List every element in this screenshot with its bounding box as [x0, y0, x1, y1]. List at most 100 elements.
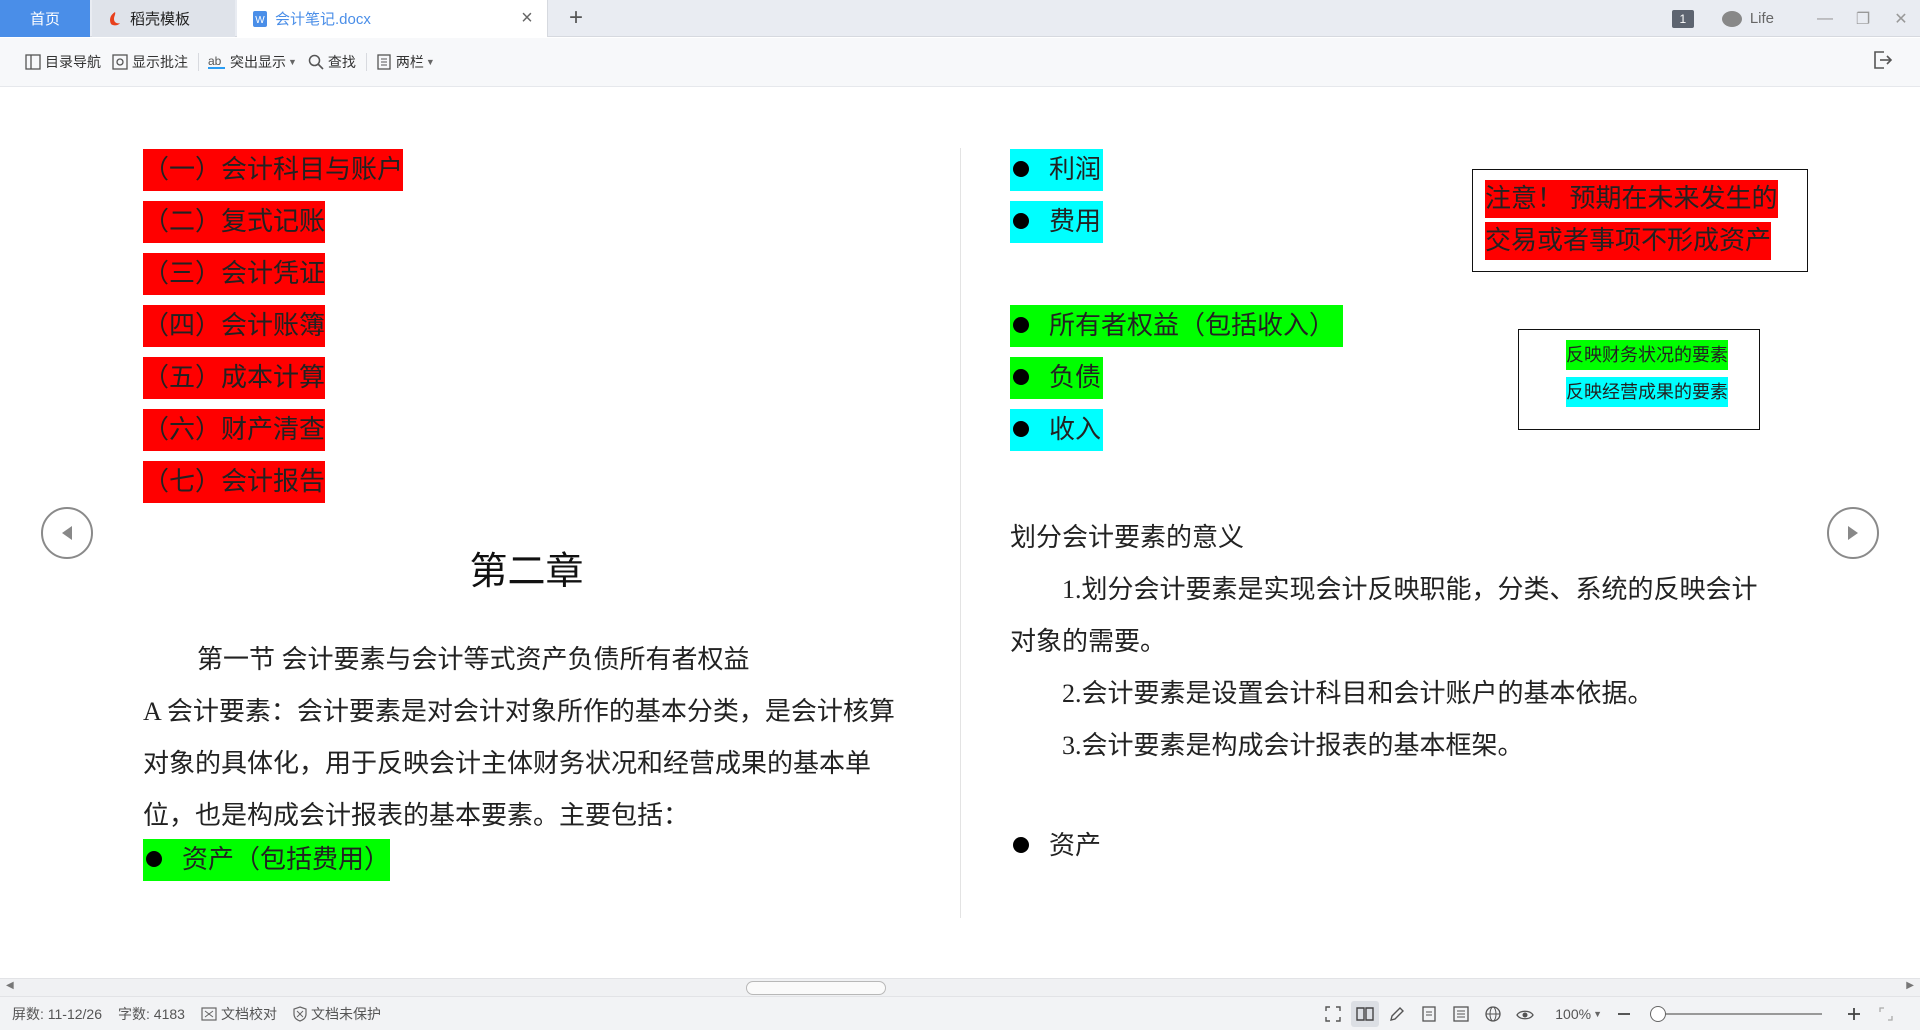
fullscreen-icon[interactable]	[1319, 1001, 1347, 1027]
proofread-button[interactable]: 文档校对	[201, 1004, 277, 1024]
eye-protection-icon[interactable]	[1511, 1001, 1539, 1027]
status-bar: 屏数: 11-12/26 字数: 4183 文档校对 文档未保护 100% ▼	[0, 996, 1920, 1030]
columns-label: 两栏	[395, 54, 424, 70]
red-list-item: （五）成本计算	[143, 357, 326, 399]
highlight-icon: ab	[208, 54, 225, 69]
bullet-expense: 费用	[1010, 201, 1104, 243]
next-page-button[interactable]	[1827, 507, 1879, 559]
bullet-label: 资产	[1049, 831, 1102, 860]
proofread-label: 文档校对	[220, 1005, 277, 1022]
chevron-down-icon: ▼	[425, 57, 435, 67]
document-view: （一）会计科目与账户 （二）复式记账 （三）会计凭证 （四）会计账簿 （五）成本…	[0, 88, 1920, 978]
comment-icon	[112, 54, 128, 70]
tab-template-label: 稻壳模板	[130, 11, 191, 28]
close-tab-icon[interactable]: ×	[517, 8, 537, 29]
horizontal-scrollbar[interactable]: ◀ ▶	[0, 978, 1920, 996]
bullet-dot	[1013, 161, 1029, 178]
zoom-out-icon[interactable]	[1610, 1001, 1638, 1027]
avatar	[1721, 10, 1742, 27]
bullet-profit: 利润	[1010, 149, 1104, 191]
bullet-label: 资产（包括费用）	[182, 845, 391, 874]
proofread-icon	[201, 1006, 217, 1021]
reading-toolbar: 目录导航 显示批注 ab 突出显示 ▼ 查找 两栏 ▼	[0, 38, 1920, 87]
highlight-label: 突出显示	[230, 54, 286, 70]
meaning-line: 3.会计要素是构成会计报表的基本框架。	[1062, 731, 1524, 760]
legend-operating-results: 反映经营成果的要素	[1566, 377, 1728, 407]
restore-icon[interactable]: ❐	[1844, 9, 1882, 29]
zoom-in-icon[interactable]	[1840, 1001, 1868, 1027]
highlight-dropdown[interactable]: ab 突出显示 ▼	[207, 47, 297, 77]
fit-page-icon[interactable]	[1872, 1001, 1900, 1027]
scroll-right-icon[interactable]: ▶	[1906, 980, 1914, 991]
tab-docer-template[interactable]: 稻壳模板	[92, 0, 235, 37]
shield-icon	[293, 1005, 307, 1022]
meaning-line: 1.划分会计要素是实现会计反映职能，分类、系统的反映会计	[1062, 575, 1758, 604]
red-list-item: （一）会计科目与账户	[143, 149, 404, 191]
bullet-asset: 资产	[1010, 825, 1101, 867]
page-view-icon[interactable]	[1415, 1001, 1443, 1027]
note-line: 交易或者事项不形成资产	[1485, 222, 1772, 260]
red-list-item: （四）会计账簿	[143, 305, 326, 347]
zoom-dropdown[interactable]: 100% ▼	[1555, 1006, 1602, 1022]
bullet-dot	[1013, 317, 1029, 334]
red-list-item: （七）会计报告	[143, 461, 326, 503]
body-line: 位，也是构成会计报表的基本要素。主要包括：	[143, 801, 690, 830]
bullet-dot	[1013, 837, 1029, 854]
toc-navigation-button[interactable]: 目录导航	[24, 47, 101, 77]
web-view-icon[interactable]	[1479, 1001, 1507, 1027]
tab-home-label: 首页	[29, 11, 60, 28]
docer-logo-icon	[106, 10, 124, 28]
body-line: A 会计要素：会计要素是对会计对象所作的基本分类，是会计核算	[143, 697, 895, 726]
document-protection-button[interactable]: 文档未保护	[293, 1004, 381, 1024]
exit-reading-mode-icon[interactable]	[1870, 48, 1896, 74]
find-label: 查找	[327, 54, 356, 70]
chevron-down-icon: ▼	[1593, 1009, 1602, 1019]
outline-view-icon[interactable]	[1447, 1001, 1475, 1027]
toc-navigation-label: 目录导航	[45, 54, 101, 70]
show-comments-button[interactable]: 显示批注	[111, 47, 188, 77]
toolbar-divider	[365, 53, 367, 71]
tab-home[interactable]: 首页	[0, 0, 90, 37]
edit-mode-icon[interactable]	[1383, 1001, 1411, 1027]
bullet-dot	[146, 851, 162, 868]
body-line: 对象的具体化，用于反映会计主体财务状况和经营成果的基本单	[143, 749, 872, 778]
bullet-dot	[1013, 213, 1029, 230]
window-count-badge[interactable]: 1	[1671, 9, 1694, 28]
bullet-equity: 所有者权益（包括收入）	[1010, 305, 1344, 347]
search-icon	[308, 54, 324, 70]
section-title: 第一节 会计要素与会计等式资产负债所有者权益	[197, 645, 750, 674]
page-divider	[960, 148, 961, 918]
red-list-item: （二）复式记账	[143, 201, 326, 243]
chapter-title: 第二章	[469, 551, 584, 593]
reading-mode-icon[interactable]	[1351, 1001, 1380, 1027]
tab-bar: 首页 稻壳模板 W 会计笔记.docx × + 1 Life — ❐ ✕	[0, 0, 1920, 37]
zoom-slider-handle[interactable]	[1650, 1006, 1666, 1022]
red-list-item: （六）财产清查	[143, 409, 326, 451]
columns-dropdown[interactable]: 两栏 ▼	[375, 47, 435, 77]
bullet-label: 负债	[1049, 363, 1102, 392]
user-account[interactable]: Life	[1721, 10, 1774, 27]
zoom-level: 100%	[1555, 1006, 1592, 1022]
meaning-line: 对象的需要。	[1010, 627, 1167, 656]
new-tab-plus-icon[interactable]: +	[563, 6, 589, 32]
word-doc-icon: W	[251, 10, 269, 28]
find-button[interactable]: 查找	[307, 47, 356, 77]
zoom-slider[interactable]	[1650, 1006, 1822, 1022]
bullet-label: 利润	[1049, 155, 1102, 184]
show-comments-label: 显示批注	[132, 54, 188, 70]
toolbar-divider	[198, 53, 199, 71]
legend-textbox: 反映财务状况的要素 反映经营成果的要素	[1518, 329, 1760, 430]
screen-count: 屏数: 11-12/26	[12, 1005, 103, 1022]
top-right-area: 1 Life — ❐ ✕	[1671, 0, 1920, 37]
minimize-icon[interactable]: —	[1806, 10, 1844, 28]
arrow-right-icon	[1848, 526, 1858, 540]
scroll-left-icon[interactable]: ◀	[6, 980, 14, 991]
tab-document[interactable]: W 会计笔记.docx ×	[237, 0, 548, 37]
bullet-dot	[1013, 421, 1029, 438]
meaning-title: 划分会计要素的意义	[1010, 523, 1245, 552]
scrollbar-thumb[interactable]	[746, 981, 886, 995]
user-name: Life	[1749, 10, 1774, 27]
word-count[interactable]: 字数: 4183	[118, 1004, 185, 1024]
svg-text:ab: ab	[208, 54, 222, 68]
close-window-icon[interactable]: ✕	[1882, 9, 1920, 29]
